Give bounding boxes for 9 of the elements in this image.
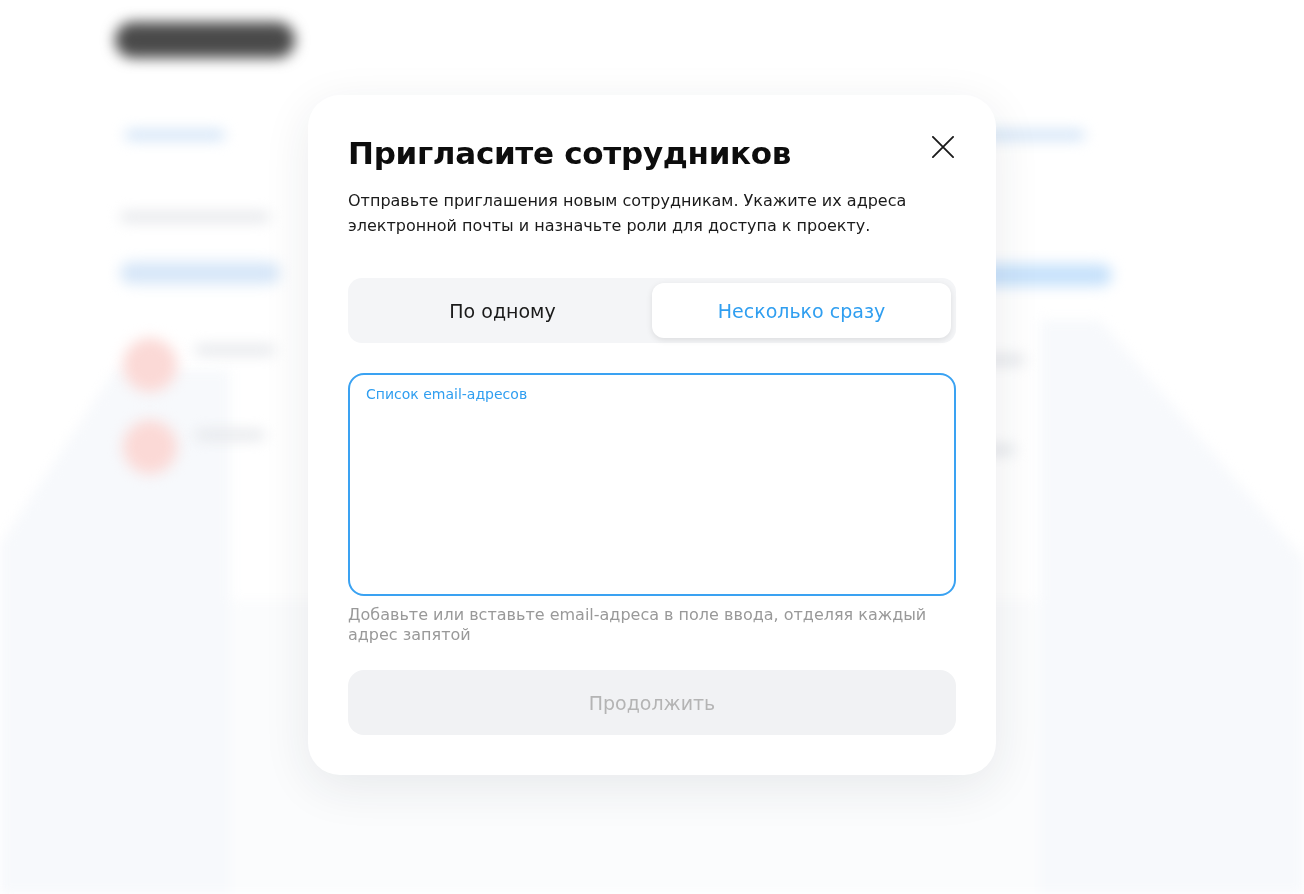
mode-tab[interactable]: Несколько сразу: [652, 283, 951, 338]
mode-tab[interactable]: По одному: [353, 283, 652, 338]
close-icon: [932, 136, 954, 158]
field-label: Список email-адресов: [366, 385, 528, 403]
field-hint: Добавьте или вставьте email-адреса в поле ввода, отделяя каждый адрес запятой: [348, 605, 928, 645]
dialog-title: Пригласите сотрудников: [348, 134, 792, 173]
email-list-field[interactable]: Список email-адресов: [348, 373, 956, 596]
dialog-description: Отправьте приглашения новым сотрудникам. Укажите их адреса электронной почты и назначьте роли для доступа к проекту.: [348, 190, 908, 237]
close-button[interactable]: [932, 136, 954, 158]
